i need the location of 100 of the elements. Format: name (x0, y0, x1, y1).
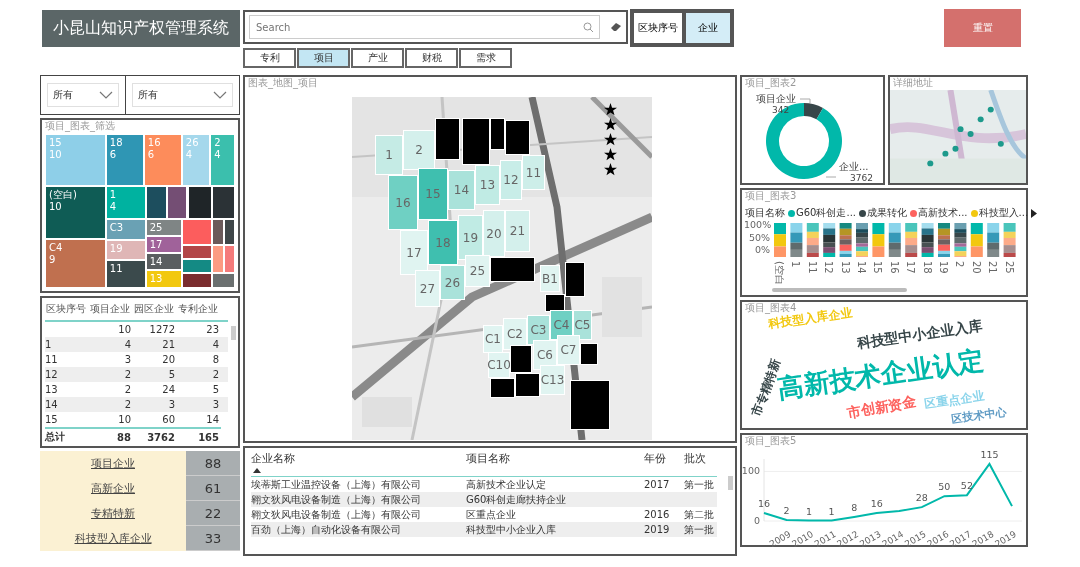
table-cell-text: 2017 (644, 479, 671, 490)
map-block[interactable] (565, 262, 585, 297)
map-block[interactable]: 11 (522, 155, 545, 190)
eraser-icon[interactable] (610, 22, 622, 32)
treemap-tile[interactable]: 11 (105, 260, 146, 288)
view-button[interactable]: 企业 (684, 11, 732, 45)
treemap-tile[interactable] (166, 186, 188, 219)
map-block[interactable]: C4 (550, 310, 573, 340)
map-block[interactable]: 13 (475, 165, 500, 205)
map-block[interactable]: 26 (440, 265, 465, 300)
map-block[interactable]: 20 (483, 210, 505, 257)
tab[interactable]: 产业 (351, 48, 404, 68)
scrollbar[interactable] (772, 288, 907, 292)
map-block[interactable] (435, 118, 460, 160)
treemap-tile[interactable] (145, 186, 167, 219)
map-block[interactable] (570, 380, 610, 430)
map-block[interactable] (490, 378, 515, 398)
map-block[interactable]: C13 (540, 365, 565, 395)
star-icon (604, 118, 617, 131)
map-block[interactable]: C5 (573, 310, 592, 340)
table-cell-text: 2019 (644, 524, 671, 535)
tab[interactable]: 需求 (459, 48, 512, 68)
map-block[interactable]: C1 (483, 325, 503, 353)
map-block[interactable]: 12 (500, 160, 522, 200)
column-header[interactable]: 专利企业 (177, 302, 221, 316)
column-header[interactable]: 区块序号 (45, 302, 89, 316)
map-block[interactable]: 19 (458, 215, 483, 260)
treemap-tile[interactable] (223, 244, 235, 273)
kpi-label[interactable]: 高新企业 (40, 476, 186, 501)
table-cell-text: 4 (211, 339, 220, 350)
treemap-tile[interactable] (187, 186, 213, 219)
table-cell-text: 12 (45, 369, 59, 380)
view-button[interactable]: 区块序号 (632, 11, 684, 45)
tab[interactable]: 专利 (243, 48, 296, 68)
column-header[interactable]: 批次 (684, 452, 706, 474)
table-cell-text: 1 (45, 339, 53, 350)
filter-dropdown[interactable]: 所有 (132, 83, 233, 107)
map-block[interactable]: 25 (465, 255, 490, 287)
map-block[interactable]: 14 (448, 170, 475, 210)
column-header[interactable]: 园区企业 (133, 302, 177, 316)
treemap-tile[interactable]: 1 4 (105, 186, 146, 219)
axis-tick-label: 50% (747, 231, 770, 243)
map-block[interactable]: C2 (503, 318, 527, 350)
map-block[interactable]: 27 (415, 270, 440, 307)
map-block[interactable]: 17 (400, 230, 428, 275)
column-header[interactable]: 项目企业 (89, 302, 133, 316)
total-cell-text: 88 (116, 431, 132, 443)
treemap-tile[interactable]: (空白) 10 (45, 186, 106, 239)
map-block[interactable]: 15 (418, 168, 448, 220)
search-field[interactable]: Search (249, 15, 600, 39)
kpi-label[interactable]: 科技型入库企业 (40, 526, 186, 551)
table-cell-text: 5 (211, 384, 220, 395)
map-block[interactable]: 1 (375, 135, 403, 175)
reset-button[interactable]: 重置 (944, 9, 1021, 47)
next-arrow-icon[interactable] (1031, 208, 1038, 218)
map-block[interactable] (462, 118, 490, 165)
treemap-tile[interactable] (212, 218, 224, 245)
sort-ascending-icon (253, 468, 261, 473)
table-cell-text: 3 (123, 354, 132, 365)
table-cell-text: 科技型中小企业入库 (466, 522, 557, 537)
legend-item[interactable]: 科技型入... (970, 206, 1029, 220)
map-block[interactable] (490, 118, 505, 150)
axis-tick-label: 0% (753, 244, 770, 255)
map-block[interactable] (490, 257, 535, 282)
kpi-label[interactable]: 专精特新 (40, 501, 186, 526)
legend-item[interactable]: 高新技术... (910, 206, 968, 220)
map-block[interactable]: C7 (557, 335, 580, 365)
map-block[interactable]: 18 (428, 220, 458, 265)
treemap-tile[interactable] (223, 218, 235, 245)
map-block[interactable] (545, 294, 565, 312)
data-label: 115 (980, 448, 999, 460)
map-block[interactable] (580, 343, 598, 365)
column-header[interactable]: 年份 (644, 452, 666, 474)
kpi-label[interactable]: 项目企业 (40, 451, 186, 476)
map-block[interactable]: C10 (488, 352, 510, 378)
donut-slice[interactable] (804, 103, 823, 120)
map-block[interactable]: C3 (527, 315, 550, 345)
legend-item[interactable]: 成果转化 (859, 206, 907, 220)
column-header[interactable]: 企业名称 (251, 452, 295, 474)
map-block[interactable] (510, 345, 532, 373)
map-block[interactable]: C6 (533, 340, 557, 370)
legend-item[interactable]: G60科创走... (788, 206, 856, 220)
axis-tick-label: 18 (921, 261, 933, 274)
chevron-down-icon (99, 91, 113, 99)
map-block[interactable]: 21 (505, 210, 530, 252)
map-block[interactable] (515, 373, 540, 397)
map-block[interactable]: 2 (403, 130, 435, 170)
cloud-word[interactable]: 市创新资金 (846, 393, 918, 420)
filter-dropdown[interactable]: 所有 (47, 83, 119, 107)
tab[interactable]: 项目 (297, 48, 350, 68)
map-block[interactable]: B1 (540, 265, 560, 292)
treemap-tile[interactable] (212, 186, 235, 219)
treemap-tile[interactable]: 18 6 (105, 134, 144, 187)
column-header[interactable]: 项目名称 (466, 452, 510, 474)
treemap-tile[interactable]: C4 9 (45, 238, 106, 288)
panel-title: 项目_图表4 (745, 302, 797, 314)
map-block[interactable]: 16 (388, 175, 418, 230)
tab[interactable]: 财税 (405, 48, 458, 68)
map-block[interactable] (505, 120, 530, 155)
treemap-tile[interactable] (212, 244, 224, 273)
